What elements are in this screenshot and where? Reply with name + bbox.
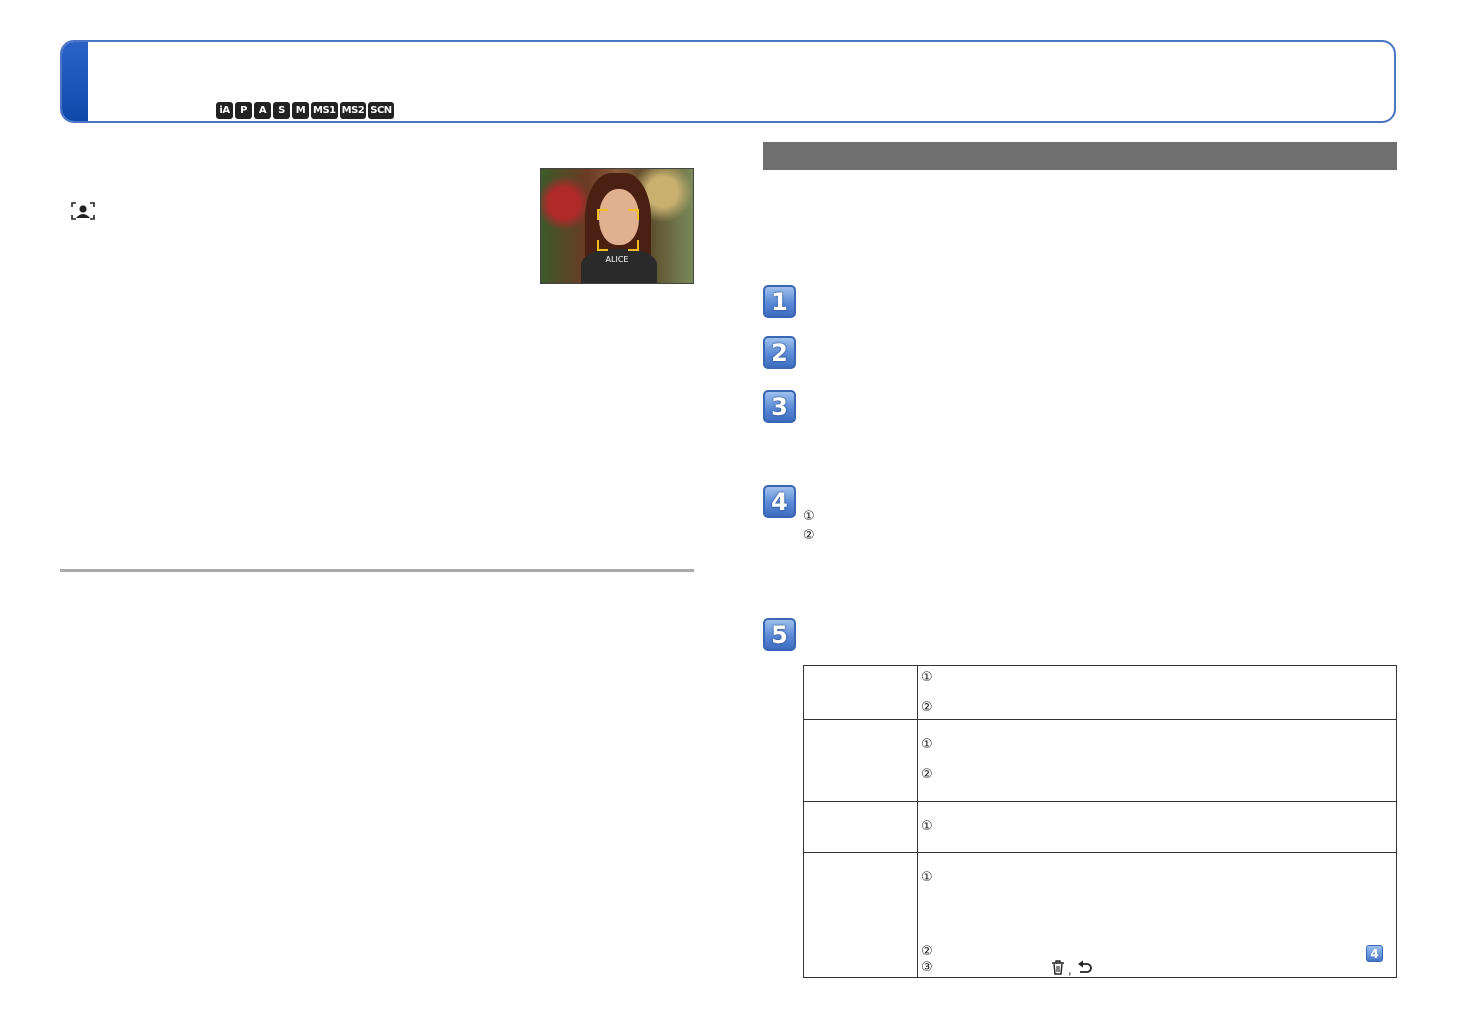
photo-name-caption: ALICE <box>605 255 629 264</box>
mode-s-icon: S <box>273 102 290 119</box>
face-detection-frame <box>597 209 639 251</box>
row2-marker-2: ② <box>921 767 933 782</box>
step4-marker-1: ① <box>803 509 815 524</box>
return-icon <box>1078 960 1092 973</box>
mode-a-icon: A <box>254 102 271 119</box>
row4-marker-2: ② <box>921 944 933 959</box>
step-4-reference-badge: 4 <box>1366 945 1383 962</box>
left-section-divider <box>60 569 694 572</box>
mode-m-icon: M <box>292 102 309 119</box>
step-3-badge: 3 <box>763 390 796 423</box>
mode-ms1-icon: MS1 <box>311 102 338 119</box>
row1-marker-1: ① <box>921 670 933 685</box>
step-5-badge: 5 <box>763 618 796 651</box>
mode-ms2-icon: MS2 <box>339 102 367 119</box>
recording-mode-icons: iA P A S M MS1 MS2 SCN <box>216 102 394 119</box>
trash-icon <box>1052 960 1064 975</box>
row4-marker-3: ③ <box>921 960 933 975</box>
step-1-badge: 1 <box>763 285 796 318</box>
section-heading-bar <box>763 142 1397 170</box>
row4-marker-1: ① <box>921 870 933 885</box>
row1-marker-2: ② <box>921 700 933 715</box>
settings-table <box>803 665 1397 978</box>
mode-ia-icon: iA <box>216 102 233 119</box>
step4-marker-2: ② <box>803 528 815 543</box>
row3-marker-1: ① <box>921 819 933 834</box>
sample-photo: ALICE <box>540 168 694 284</box>
header-tab <box>62 42 88 121</box>
step-4-badge: 4 <box>763 485 796 518</box>
mode-p-icon: P <box>235 102 252 119</box>
row2-marker-1: ① <box>921 737 933 752</box>
face-recognition-icon <box>71 202 95 220</box>
mode-scn-icon: SCN <box>368 102 394 119</box>
step-2-badge: 2 <box>763 336 796 369</box>
icon-separator: , <box>1068 962 1072 977</box>
